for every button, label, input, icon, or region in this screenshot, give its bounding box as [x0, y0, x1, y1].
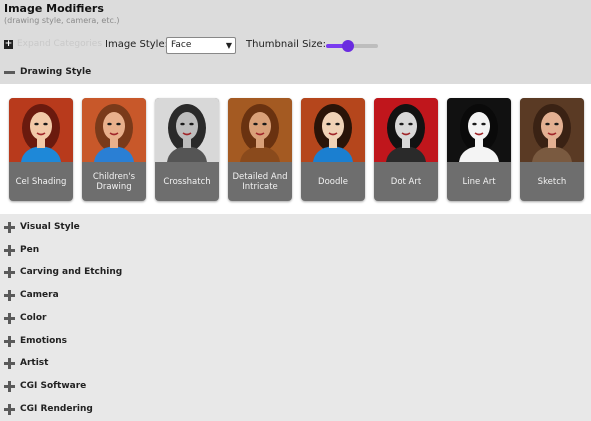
category-label: Visual Style [20, 222, 80, 232]
modifier-label: Dot Art [390, 176, 422, 187]
modifier-label: Detailed And Intricate [232, 171, 288, 192]
modifier-card[interactable]: Dot Art [374, 98, 438, 201]
plus-icon [4, 335, 15, 347]
portrait-thumbnail [155, 98, 219, 162]
category-artist[interactable]: Artist [0, 353, 591, 375]
modifier-label: Cel Shading [15, 176, 67, 187]
modifier-card[interactable]: Detailed And Intricate [228, 98, 292, 201]
plus-box-icon[interactable]: + [4, 40, 13, 49]
modifier-label: Doodle [318, 176, 348, 187]
category-drawing-style[interactable]: Drawing Style [0, 62, 591, 84]
portrait-thumbnail [9, 98, 73, 162]
category-label: Emotions [20, 335, 68, 346]
thumbnail-size-slider[interactable] [326, 40, 378, 52]
plus-icon [4, 312, 15, 324]
category-label: Pen [20, 244, 40, 255]
category-cgi-software[interactable]: CGI Software [0, 376, 591, 398]
portrait-thumbnail [228, 98, 292, 162]
category-label: CGI Software [20, 380, 87, 391]
portrait-thumbnail [374, 98, 438, 162]
modifier-card[interactable]: Crosshatch [155, 98, 219, 201]
modifier-card[interactable]: Doodle [301, 98, 365, 201]
category-cgi-rendering[interactable]: CGI Rendering [0, 399, 591, 421]
category-label: Carving and Etching [20, 267, 123, 278]
modifier-card[interactable]: Cel Shading [9, 98, 73, 201]
plus-icon [4, 222, 15, 233]
chevron-down-icon: ▼ [225, 41, 232, 50]
page-subtitle: (drawing style, camera, etc.) [4, 16, 120, 25]
plus-icon [4, 267, 15, 279]
category-label: Color [20, 312, 47, 323]
thumbnail-size-label: Thumbnail Size: [246, 39, 326, 50]
modifier-card[interactable]: Children's Drawing [82, 98, 146, 201]
category-label: Artist [20, 358, 49, 369]
page-title: Image Modifiers [4, 2, 104, 15]
expand-categories-label[interactable]: Expand Categories [17, 39, 102, 49]
image-style-label: Image Style: [105, 39, 168, 50]
minus-icon [4, 67, 15, 78]
portrait-thumbnail [447, 98, 511, 162]
slider-thumb[interactable] [341, 40, 354, 52]
image-style-value: Face [171, 40, 192, 50]
category-label: Camera [20, 290, 59, 301]
plus-icon [4, 244, 15, 256]
modifier-label: Line Art [462, 176, 496, 187]
category-color[interactable]: Color [0, 308, 591, 330]
plus-icon [4, 380, 15, 392]
plus-icon [4, 358, 15, 370]
modifier-card[interactable]: Sketch [520, 98, 584, 201]
plus-icon [4, 290, 15, 302]
modifier-label: Crosshatch [163, 176, 211, 187]
modifier-label: Sketch [537, 176, 567, 187]
header: Image Modifiers (drawing style, camera, … [0, 0, 591, 30]
portrait-thumbnail [82, 98, 146, 162]
portrait-thumbnail [301, 98, 365, 162]
plus-icon [4, 403, 15, 415]
category-visual-style[interactable]: Visual Style [0, 217, 591, 239]
category-label: Drawing Style [20, 67, 92, 77]
portrait-thumbnail [520, 98, 584, 162]
image-style-select[interactable]: Face ▼ [166, 37, 236, 54]
modifier-card[interactable]: Line Art [447, 98, 511, 201]
drawing-style-panel: Cel Shading Children's Drawing Crosshatch D… [0, 84, 591, 214]
category-emotions[interactable]: Emotions [0, 331, 591, 353]
category-camera[interactable]: Camera [0, 285, 591, 307]
category-pen[interactable]: Pen [0, 240, 591, 262]
category-carving-and-etching[interactable]: Carving and Etching [0, 262, 591, 284]
toolbar: + Expand Categories Image Style: Face ▼ … [0, 30, 591, 62]
category-label: CGI Rendering [20, 403, 93, 414]
modifier-label: Children's Drawing [92, 171, 136, 192]
